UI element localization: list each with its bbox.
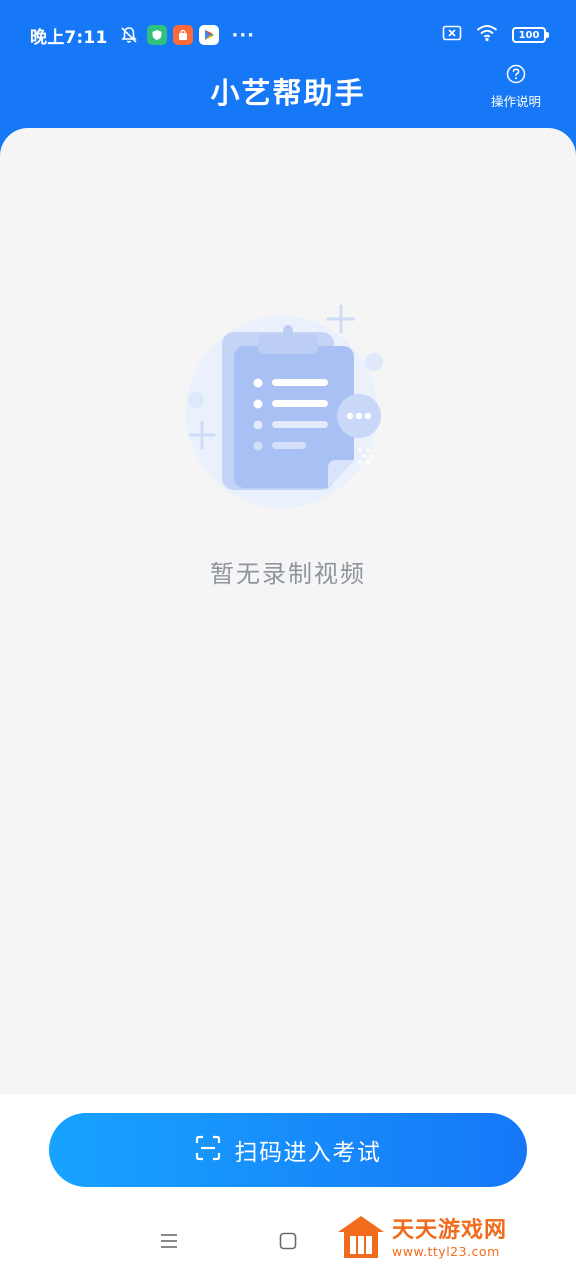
- shop-app-icon: [173, 25, 194, 45]
- scan-button-label: 扫码进入考试: [234, 1140, 382, 1166]
- title-bar: 小艺帮助手 操作说明: [0, 62, 576, 116]
- app-screen: 晚上7:11 ··· 100 小艺帮助手 操作说明 暂无录制视频 扫码进入考试 …: [0, 0, 576, 1280]
- battery-level: 100: [518, 29, 540, 41]
- scan-to-enter-exam-button[interactable]: 扫码进入考试: [49, 1113, 527, 1187]
- battery-indicator: 100: [512, 27, 549, 43]
- help-button[interactable]: 操作说明: [486, 64, 546, 110]
- watermark-text: 天天游戏网 www.ttyl23.com: [392, 1217, 508, 1259]
- empty-document-icon: [178, 304, 398, 524]
- content-panel: 暂无录制视频: [0, 128, 576, 1094]
- watermark-logo-icon: [336, 1214, 386, 1264]
- help-label: 操作说明: [490, 94, 541, 109]
- watermark: 天天游戏网 www.ttyl23.com: [336, 1214, 536, 1264]
- home-nav-icon[interactable]: [279, 1232, 297, 1250]
- status-time: 晚上7:11: [30, 27, 108, 48]
- status-more-indicator: ···: [231, 24, 255, 46]
- sim-disabled-icon: [442, 25, 462, 45]
- play-store-icon: [199, 25, 220, 45]
- scan-icon: [195, 1135, 221, 1165]
- menu-nav-icon[interactable]: [160, 1232, 178, 1250]
- watermark-url: www.ttyl23.com: [392, 1243, 500, 1259]
- bottom-area: 扫码进入考试 天天游戏网 www.ttyl23.com: [0, 1094, 576, 1280]
- question-circle-icon: [506, 64, 526, 88]
- security-app-icon: [147, 25, 168, 45]
- wifi-icon: [476, 24, 498, 46]
- watermark-title: 天天游戏网: [392, 1217, 508, 1243]
- bell-muted-icon: [119, 25, 139, 45]
- empty-state-message: 暂无录制视频: [210, 560, 366, 588]
- status-right-icons: 100: [442, 24, 549, 46]
- status-bar: 晚上7:11 ··· 100: [0, 0, 576, 70]
